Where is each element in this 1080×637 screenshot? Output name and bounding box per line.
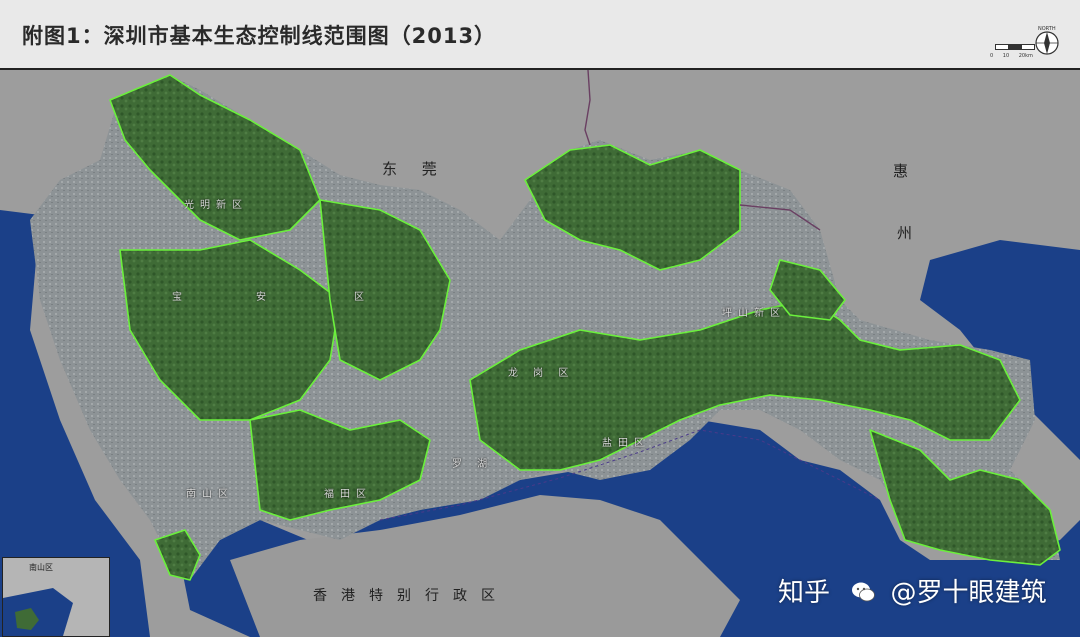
label-dongguan: 东 莞 [382, 160, 447, 178]
label-baoan-3: 区 [354, 292, 370, 303]
label-yantian: 盐田区 [602, 438, 650, 449]
scale-label: 20km [1018, 53, 1033, 59]
label-pingshan: 坪山新区 [722, 308, 786, 319]
watermark-site: 知乎 [778, 578, 831, 608]
page-title: 附图1：深圳市基本生态控制线范围图（2013） [22, 24, 497, 48]
scale-label: 10 [1002, 53, 1010, 59]
scale-segment [995, 44, 1009, 50]
watermark-author: @罗十眼建筑 [890, 578, 1047, 608]
compass-icon [1035, 31, 1059, 55]
scale-segment [1008, 44, 1022, 50]
label-longgang: 龙 岗 区 [508, 368, 575, 379]
label-guangming: 光明新区 [184, 200, 248, 211]
inset-shape [3, 588, 73, 636]
map-canvas [0, 70, 1080, 637]
label-baoan-2: 安 [256, 292, 272, 303]
label-huizhou-2: 州 [897, 224, 923, 242]
label-hong-kong: 香港特别行政区 [313, 588, 509, 604]
label-huizhou-1: 惠 [893, 162, 919, 180]
label-futian: 福田区 [324, 489, 372, 500]
map-figure: 附图1：深圳市基本生态控制线范围图（2013） NORTH 0 10 20km [0, 0, 1080, 637]
scale-bar [995, 44, 1035, 50]
label-nanshan: 南山区 [186, 489, 234, 500]
label-luohu: 罗 湖 [452, 459, 494, 470]
scale-segment [1021, 44, 1035, 50]
scale-label: 0 [990, 53, 994, 59]
title-bar: 附图1：深圳市基本生态控制线范围图（2013） NORTH 0 10 20km [0, 0, 1080, 70]
label-baoan-1: 宝 [172, 292, 188, 303]
scale-labels: 0 10 20km [990, 53, 1033, 59]
watermark: 知乎 @罗十眼建筑 [778, 572, 1047, 609]
wechat-icon [852, 582, 876, 601]
inset-map: 南山区 [2, 557, 110, 637]
